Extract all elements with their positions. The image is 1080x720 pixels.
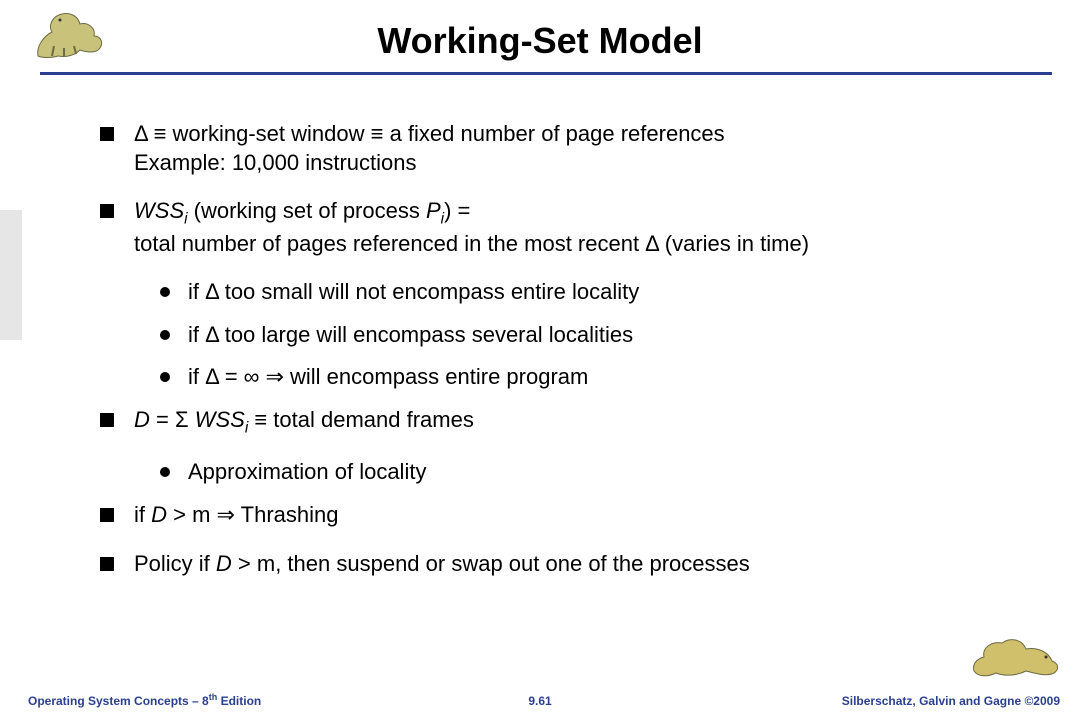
footer-copyright: Silberschatz, Galvin and Gagne ©2009: [842, 694, 1060, 708]
wss-symbol: WSS: [134, 198, 184, 223]
square-bullet-icon: [100, 127, 114, 141]
subbullet-delta-large: if Δ too large will encompass several lo…: [160, 321, 1020, 350]
bullet-text: Policy if D > m, then suspend or swap ou…: [134, 550, 1020, 579]
square-bullet-icon: [100, 508, 114, 522]
bullet-wss-definition: WSSi (working set of process Pi) = total…: [100, 197, 1020, 258]
bullet-text: if Δ too large will encompass several lo…: [188, 321, 1020, 350]
bullet-d-total-demand: D = Σ WSSi ≡ total demand frames: [100, 406, 1020, 438]
dot-bullet-icon: [160, 330, 170, 340]
dot-bullet-icon: [160, 467, 170, 477]
square-bullet-icon: [100, 204, 114, 218]
line: Δ ≡ working-set window ≡ a fixed number …: [134, 121, 725, 146]
d-symbol: D: [134, 407, 150, 432]
bullet-text: D = Σ WSSi ≡ total demand frames: [134, 406, 1020, 438]
left-gutter: [0, 0, 24, 720]
dot-bullet-icon: [160, 287, 170, 297]
wss-symbol: WSS: [195, 407, 245, 432]
square-bullet-icon: [100, 413, 114, 427]
bullet-text: Approximation of locality: [188, 458, 1020, 487]
pi-symbol: P: [426, 198, 441, 223]
text: = Σ: [150, 407, 195, 432]
text: (working set of process: [188, 198, 426, 223]
gutter-stripe: [0, 210, 22, 340]
title-rule: [40, 72, 1052, 75]
bullet-text: WSSi (working set of process Pi) = total…: [134, 197, 1020, 258]
text: > m, then suspend or swap out one of the…: [232, 551, 750, 576]
bullet-text: Δ ≡ working-set window ≡ a fixed number …: [134, 120, 1020, 177]
square-bullet-icon: [100, 557, 114, 571]
subbullet-approximation: Approximation of locality: [160, 458, 1020, 487]
line: total number of pages referenced in the …: [134, 231, 809, 256]
footer: Operating System Concepts – 8th Edition …: [0, 688, 1080, 708]
bullet-text: if D > m ⇒ Thrashing: [134, 501, 1020, 530]
line: Example: 10,000 instructions: [134, 150, 417, 175]
slide-content: Δ ≡ working-set window ≡ a fixed number …: [100, 120, 1020, 598]
text: > m ⇒ Thrashing: [167, 502, 339, 527]
subbullet-delta-small: if Δ too small will not encompass entire…: [160, 278, 1020, 307]
bullet-text: if Δ = ∞ ⇒ will encompass entire program: [188, 363, 1020, 392]
text: ) =: [444, 198, 470, 223]
dot-bullet-icon: [160, 372, 170, 382]
bullet-policy: Policy if D > m, then suspend or swap ou…: [100, 550, 1020, 579]
slide: Working-Set Model Δ ≡ working-set window…: [0, 0, 1080, 720]
dinosaur-icon: [970, 631, 1062, 682]
bullet-text: if Δ too small will not encompass entire…: [188, 278, 1020, 307]
text: ≡ total demand frames: [248, 407, 474, 432]
d-symbol: D: [151, 502, 167, 527]
slide-title: Working-Set Model: [0, 20, 1080, 62]
bullet-thrashing: if D > m ⇒ Thrashing: [100, 501, 1020, 530]
text: if: [134, 502, 151, 527]
text: Policy if: [134, 551, 216, 576]
bullet-delta-definition: Δ ≡ working-set window ≡ a fixed number …: [100, 120, 1020, 177]
subbullet-delta-infinite: if Δ = ∞ ⇒ will encompass entire program: [160, 363, 1020, 392]
d-symbol: D: [216, 551, 232, 576]
